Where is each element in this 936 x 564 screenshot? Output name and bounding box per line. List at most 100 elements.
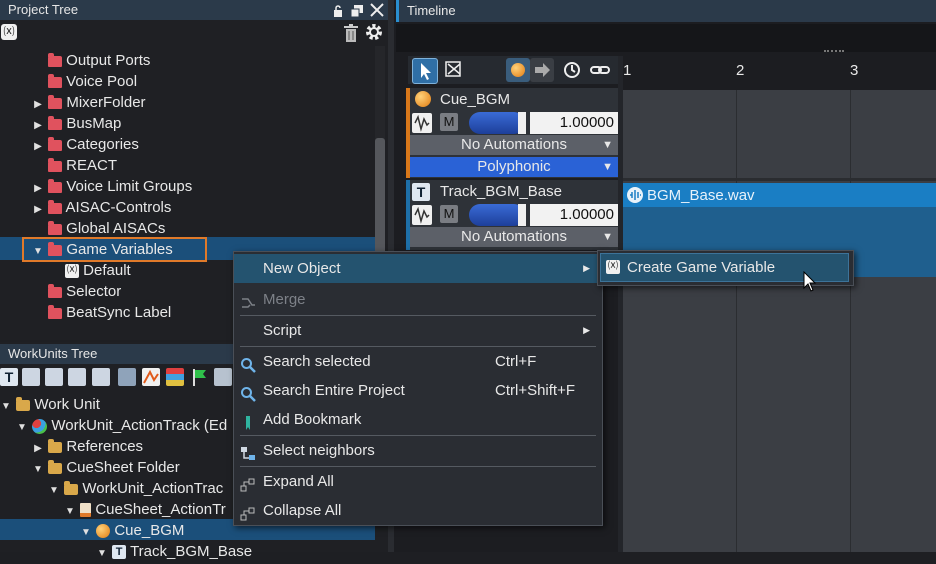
waveform-toggle-icon[interactable] <box>412 205 432 225</box>
cue-orb-icon <box>415 91 431 107</box>
expand-arrow-icon[interactable]: ▶ <box>32 199 44 220</box>
tree-item-react[interactable]: REACT <box>48 155 117 176</box>
tree-item-cuesheet-folder[interactable]: ▼ CueSheet Folder <box>32 457 180 478</box>
tree-item-global-aisacs[interactable]: Global AISACs <box>48 218 165 239</box>
tree-item-workunit-actiontrack[interactable]: ▼ WorkUnit_ActionTrack (Ed <box>16 415 227 436</box>
ruler-mark-1: 1 <box>623 62 632 79</box>
tree-item-busmap[interactable]: ▶ BusMap <box>32 113 121 134</box>
menu-item-merge[interactable]: Merge <box>234 285 600 314</box>
scissors-tool-button[interactable] <box>442 58 466 82</box>
track-header[interactable]: T Track_BGM_Base M 1.00000 No Automation… <box>406 180 622 250</box>
menu-item-label: Collapse All <box>263 502 342 519</box>
cube-icon[interactable] <box>214 368 232 386</box>
clapper-icon[interactable] <box>22 368 40 386</box>
volume-value[interactable]: 1.00000 <box>530 204 620 226</box>
menu-item-script[interactable]: Script ▶ <box>234 316 600 345</box>
menu-item-search-entire-project[interactable]: Search Entire Project Ctrl+Shift+F <box>234 376 600 405</box>
select-neighbors-icon <box>240 443 256 460</box>
tree-item-game-variables[interactable]: ▼ Game Variables <box>32 239 173 260</box>
timeline-ruler[interactable]: 1 2 3 <box>621 56 936 88</box>
tree-item-label: Global AISACs <box>66 220 166 237</box>
menu-item-new-object[interactable]: New Object ▶ <box>234 254 600 283</box>
volume-value[interactable]: 1.00000 <box>530 112 620 134</box>
gear-icon[interactable] <box>365 23 383 41</box>
menu-item-expand-all[interactable]: Expand All <box>234 467 600 496</box>
tree-item-mixerfolder[interactable]: ▶ MixerFolder <box>32 92 145 115</box>
waveform-toggle-icon[interactable] <box>412 113 432 133</box>
tree-item-workunit-actiontrac[interactable]: ▼ WorkUnit_ActionTrac <box>48 478 223 499</box>
volume-slider-handle[interactable] <box>518 204 526 226</box>
link-icon[interactable] <box>588 58 612 82</box>
lock-icon[interactable] <box>333 4 343 17</box>
automation-label: No Automations <box>461 136 567 153</box>
folder-icon <box>48 199 63 214</box>
track-name: Track_BGM_Base <box>440 183 562 200</box>
expand-arrow-icon[interactable]: ▶ <box>32 178 44 199</box>
select-tool-button[interactable] <box>412 58 438 84</box>
cue-name: Cue_BGM <box>440 91 511 108</box>
clock-icon[interactable] <box>560 58 584 82</box>
menu-item-search-selected[interactable]: Search selected Ctrl+F <box>234 347 600 376</box>
orb-toggle-button[interactable] <box>506 58 530 82</box>
timeline-title-bar: Timeline <box>396 0 936 22</box>
menu-item-collapse-all[interactable]: Collapse All <box>234 496 600 525</box>
folder-icon <box>48 220 62 235</box>
menu-item-shortcut: Ctrl+Shift+F <box>495 382 576 399</box>
collapse-arrow-icon[interactable]: ▼ <box>48 480 60 501</box>
clapper-list-icon[interactable] <box>68 368 86 386</box>
cue-header[interactable]: Cue_BGM M 1.00000 No Automations ▼ Polyp… <box>406 88 622 178</box>
expand-arrow-icon[interactable]: ▶ <box>32 438 44 459</box>
collapse-arrow-icon[interactable]: ▼ <box>96 543 108 564</box>
clapper-play-icon[interactable] <box>45 368 63 386</box>
tree-item-output-ports[interactable]: Output Ports <box>48 50 150 71</box>
collapse-arrow-icon[interactable]: ▼ <box>16 417 28 438</box>
expand-arrow-icon[interactable]: ▶ <box>32 115 44 136</box>
automation-dropdown[interactable]: No Automations ▼ <box>410 227 618 247</box>
playback-mode-dropdown[interactable]: Polyphonic ▼ <box>410 157 618 177</box>
splitter-grip[interactable] <box>824 50 844 55</box>
mute-button[interactable]: M <box>440 113 458 131</box>
collapse-arrow-icon[interactable]: ▼ <box>32 459 44 480</box>
tree-item-work-unit[interactable]: ▼ Work Unit <box>0 394 100 415</box>
volume-slider[interactable] <box>469 112 525 134</box>
expand-arrow-icon[interactable]: ▶ <box>32 94 44 115</box>
menu-item-select-neighbors[interactable]: Select neighbors <box>234 436 600 465</box>
tree-item-cue-bgm[interactable]: ▼ Cue_BGM <box>80 520 184 541</box>
timeline-grid[interactable] <box>623 90 936 552</box>
clapper-edit-icon[interactable] <box>92 368 110 386</box>
collapse-arrow-icon[interactable]: ▼ <box>80 522 92 543</box>
volume-slider-handle[interactable] <box>518 112 526 134</box>
tree-item-references[interactable]: ▶ References <box>32 436 143 457</box>
menu-item-label: Select neighbors <box>263 442 375 459</box>
person-icon[interactable] <box>118 368 136 386</box>
expand-arrow-icon[interactable]: ▶ <box>32 136 44 157</box>
collapse-arrow-icon[interactable]: ▼ <box>0 396 12 417</box>
trash-icon[interactable] <box>343 24 359 42</box>
volume-slider[interactable] <box>469 204 525 226</box>
track-icon: T <box>412 183 430 201</box>
tree-item-aisac-controls[interactable]: ▶ AISAC-Controls <box>32 197 171 218</box>
close-icon[interactable] <box>370 3 384 17</box>
tree-item-label: WorkUnit_ActionTrac <box>82 480 224 497</box>
mute-button[interactable]: M <box>440 205 458 223</box>
tree-item-voice-limit-groups[interactable]: ▶ Voice Limit Groups <box>32 176 192 197</box>
menu-item-add-bookmark[interactable]: Add Bookmark <box>234 405 600 434</box>
flag-icon[interactable] <box>190 368 208 386</box>
collapse-arrow-icon[interactable]: ▼ <box>32 241 44 262</box>
tree-item-selector[interactable]: Selector <box>48 281 121 302</box>
arrow-right-button[interactable] <box>530 58 554 82</box>
game-variable-toolbar-icon[interactable]: ⒳ <box>1 24 17 40</box>
color-bars-icon[interactable] <box>166 368 184 386</box>
tree-item-voice-pool[interactable]: Voice Pool <box>48 71 137 92</box>
tree-item-default[interactable]: ⒳ Default <box>65 260 131 281</box>
float-window-icon[interactable] <box>350 4 363 18</box>
automation-dropdown[interactable]: No Automations ▼ <box>410 135 618 155</box>
tree-item-categories[interactable]: ▶ Categories <box>32 134 139 155</box>
folder-icon <box>16 396 31 411</box>
track-header-splitter[interactable] <box>618 56 623 552</box>
text-tool-icon[interactable]: T <box>0 368 18 386</box>
tree-item-beatsync-label[interactable]: BeatSync Label <box>48 302 171 323</box>
aisac-curve-icon[interactable] <box>142 368 160 386</box>
tree-item-cuesheet-actiontr[interactable]: ▼ CueSheet_ActionTr <box>64 499 226 520</box>
cuesheet-icon <box>80 503 92 518</box>
